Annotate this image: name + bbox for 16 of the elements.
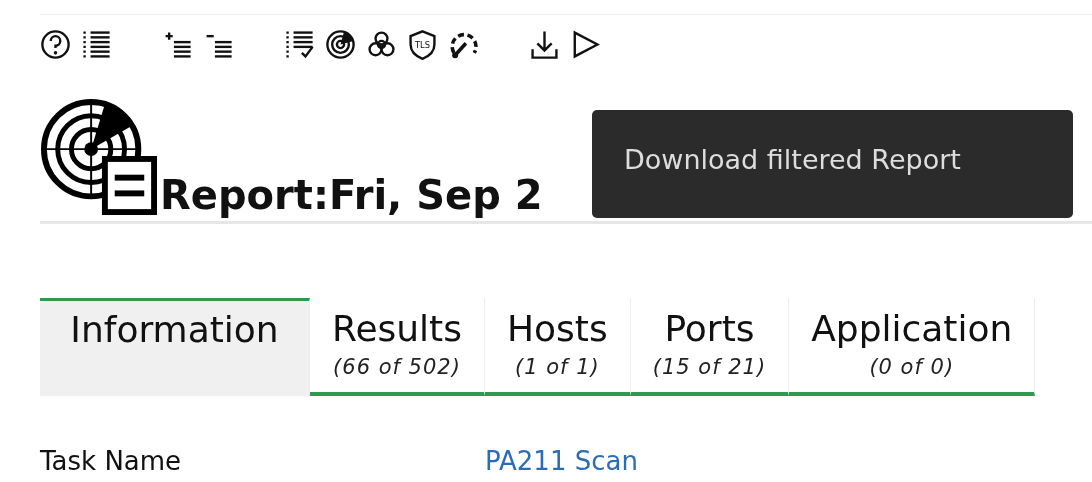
shield-icon[interactable]: TLS [407,29,438,60]
checklist-icon[interactable] [284,29,315,60]
tab[interactable]: Information [40,298,310,396]
tab[interactable]: Hosts (1 of 1) [485,298,631,396]
tab[interactable]: Ports (15 of 21) [630,298,790,396]
download-icon[interactable] [529,29,560,60]
tab[interactable]: Results (66 of 502) [310,298,485,396]
tooltip: Download filtered Report [592,110,1073,218]
help-icon[interactable] [40,29,71,60]
task-link[interactable]: PA211 Scan [485,446,638,476]
report-title: Report:Fri, Sep 2 [160,172,543,218]
field-label: Task Name [40,446,183,476]
tab[interactable]: Application (0 of 0) [789,298,1036,396]
list-icon[interactable] [81,29,112,60]
radar-report-icon [40,98,158,216]
radar-icon[interactable] [325,29,356,60]
